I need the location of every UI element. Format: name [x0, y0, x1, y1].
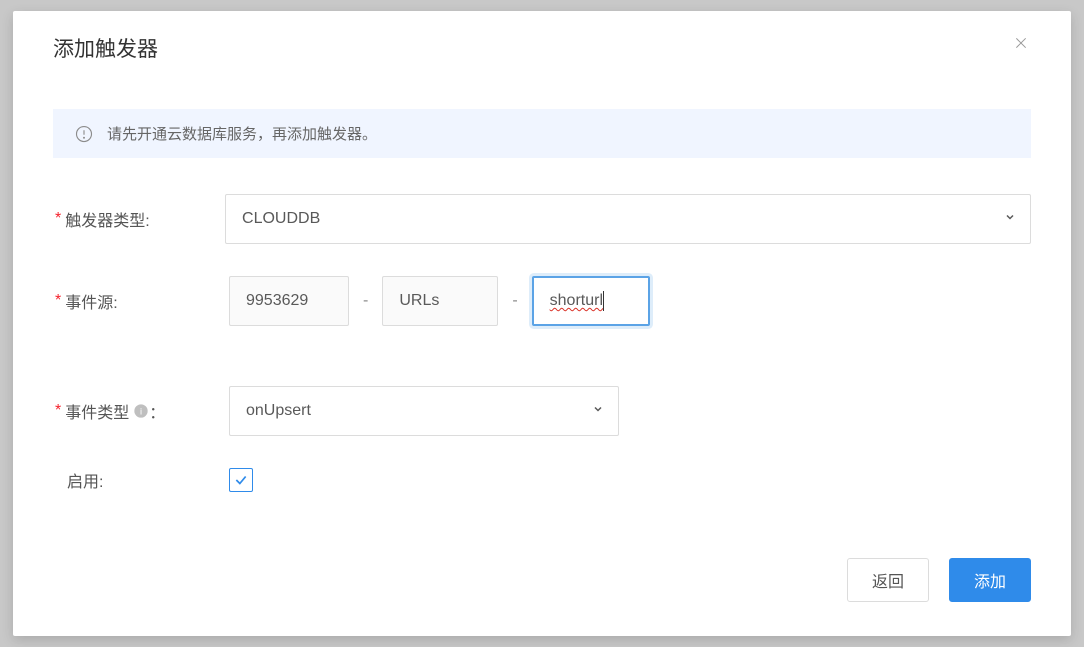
add-trigger-modal: 添加触发器 请先开通云数据库服务，再添加触发器。 * 触发器类型: [13, 11, 1071, 636]
event-source-row: * 事件源: 9953629 - URLs - shorturl [53, 276, 1031, 326]
event-source-field-input[interactable]: shorturl [532, 276, 650, 326]
svg-text:i: i [140, 406, 142, 416]
event-type-label: * 事件类型 i ： [53, 399, 229, 423]
text-cursor [603, 291, 604, 311]
required-indicator: * [55, 210, 61, 228]
event-source-collection-input[interactable]: URLs [382, 276, 498, 326]
event-source-group: 9953629 - URLs - shorturl [229, 276, 650, 326]
modal-body: 请先开通云数据库服务，再添加触发器。 * 触发器类型: CLOUDDB * 事件… [13, 63, 1071, 492]
event-source-label: * 事件源: [53, 289, 229, 313]
help-icon[interactable]: i [133, 403, 149, 419]
close-button[interactable] [1011, 33, 1031, 53]
enable-checkbox[interactable] [229, 468, 253, 492]
event-type-select[interactable]: onUpsert [229, 386, 619, 436]
info-icon [75, 125, 93, 143]
trigger-type-select[interactable]: CLOUDDB [225, 194, 1031, 244]
event-source-id-input[interactable]: 9953629 [229, 276, 349, 326]
close-icon [1013, 35, 1029, 51]
modal-footer: 返回 添加 [847, 558, 1031, 602]
required-indicator: * [55, 292, 61, 310]
chevron-down-icon [592, 402, 604, 420]
trigger-type-value: CLOUDDB [242, 210, 320, 228]
back-button[interactable]: 返回 [847, 558, 929, 602]
event-type-row: * 事件类型 i ： onUpsert [53, 386, 1031, 436]
add-button[interactable]: 添加 [949, 558, 1031, 602]
separator: - [363, 292, 368, 310]
chevron-down-icon [1004, 210, 1016, 228]
trigger-type-label: * 触发器类型: [53, 207, 225, 231]
alert-text: 请先开通云数据库服务，再添加触发器。 [107, 123, 377, 144]
event-type-value: onUpsert [246, 402, 311, 420]
required-indicator: * [55, 402, 61, 420]
modal-header: 添加触发器 [13, 11, 1071, 63]
enable-label: 启用: [53, 468, 229, 492]
enable-row: 启用: [53, 468, 1031, 492]
separator: - [512, 292, 517, 310]
trigger-type-row: * 触发器类型: CLOUDDB [53, 194, 1031, 244]
info-alert: 请先开通云数据库服务，再添加触发器。 [53, 109, 1031, 158]
check-icon [234, 473, 248, 487]
modal-title: 添加触发器 [53, 33, 1031, 63]
